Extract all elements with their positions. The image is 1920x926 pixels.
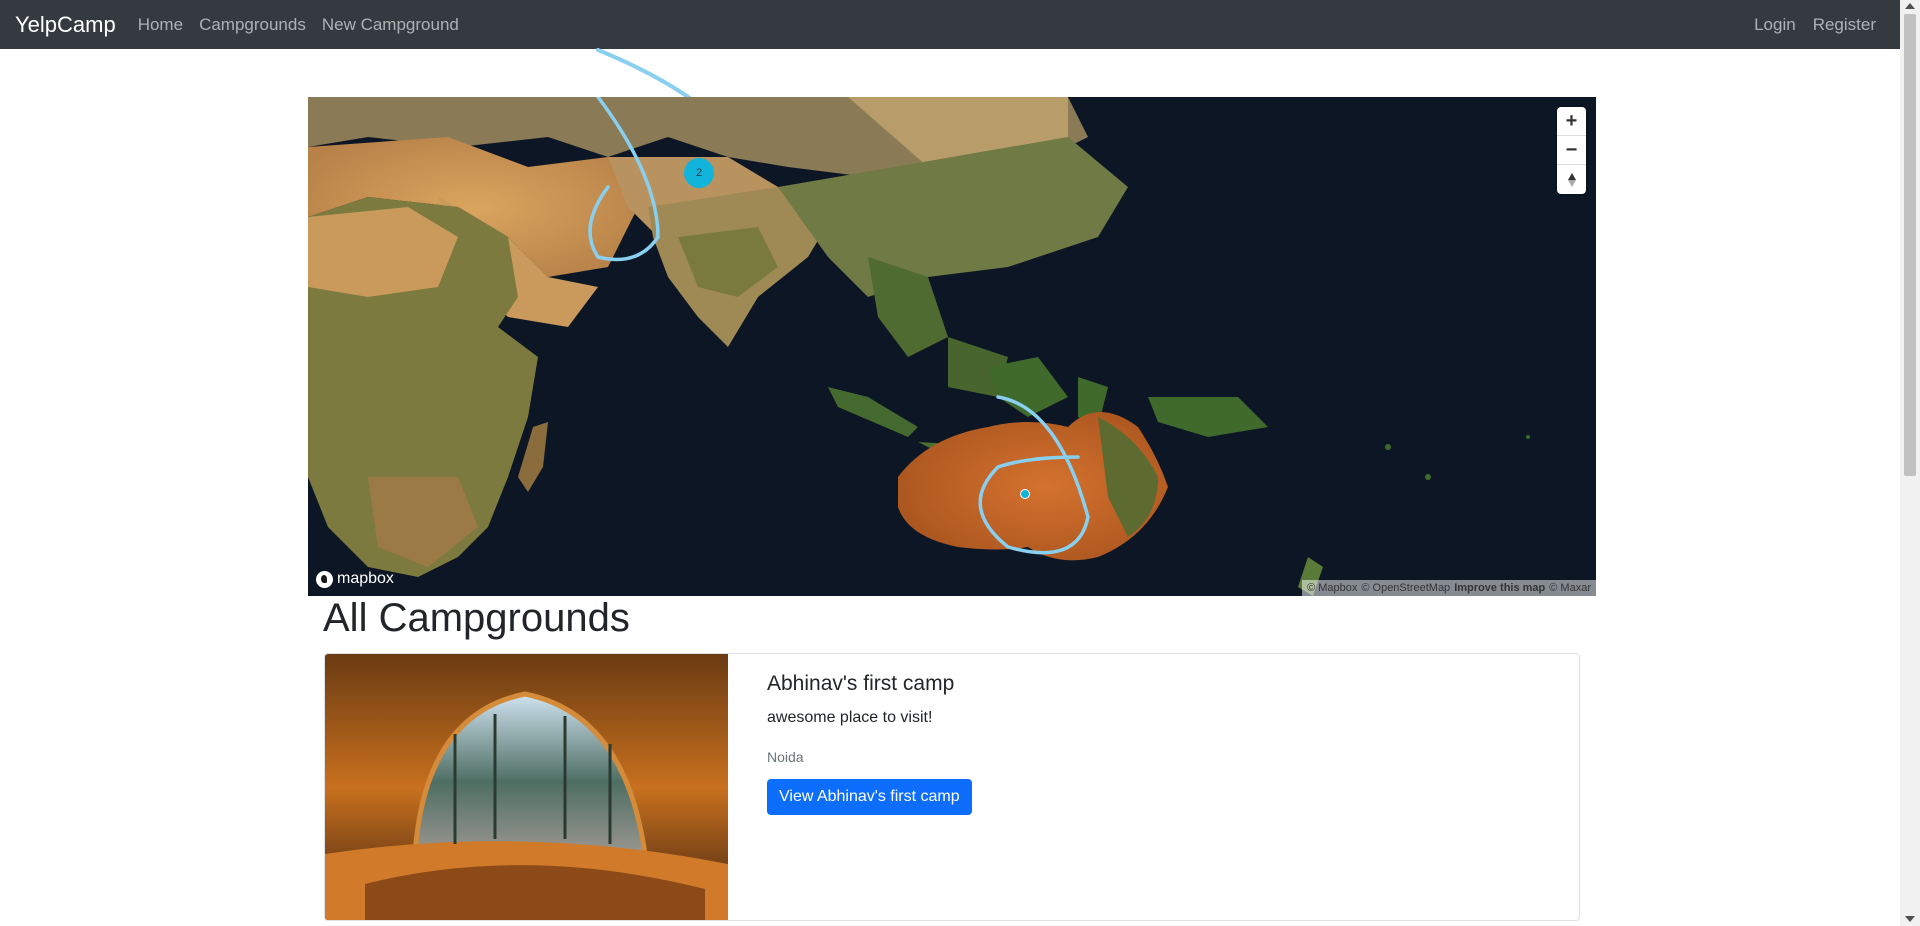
scroll-down-arrow-icon[interactable]: [1905, 916, 1915, 922]
map-attribution: © Mapbox © OpenStreetMap Improve this ma…: [1302, 580, 1596, 596]
zoom-in-button[interactable]: +: [1557, 107, 1586, 136]
scroll-up-arrow-icon[interactable]: [1905, 3, 1915, 9]
satellite-map[interactable]: [308, 97, 1596, 596]
cluster-marker[interactable]: 2: [684, 158, 714, 188]
campground-card: Abhinav's first camp awesome place to vi…: [324, 653, 1580, 921]
zoom-out-button[interactable]: −: [1557, 136, 1586, 165]
page-scrollbar[interactable]: [1900, 0, 1920, 926]
tent-photo: [325, 654, 728, 920]
mapbox-logo[interactable]: mapbox: [316, 570, 394, 588]
scrollbar-thumb[interactable]: [1904, 14, 1916, 476]
campground-title: Abhinav's first camp: [767, 672, 955, 695]
mapbox-logo-text: mapbox: [337, 570, 394, 587]
campground-location: Noida: [767, 749, 804, 765]
campground-image: [325, 654, 728, 920]
page: YelpCamp Home Campgrounds New Campground…: [0, 0, 1920, 926]
cluster-count: 2: [695, 167, 703, 179]
compass-icon: [1567, 172, 1576, 187]
improve-map-link[interactable]: Improve this map: [1454, 582, 1545, 594]
map-navigation-controls: + −: [1557, 107, 1586, 194]
attribution-osm[interactable]: © OpenStreetMap: [1361, 582, 1450, 594]
mapbox-logo-icon: [316, 570, 333, 588]
view-campground-button[interactable]: View Abhinav's first camp: [767, 779, 972, 815]
attribution-maxar[interactable]: © Maxar: [1549, 582, 1591, 594]
campground-description: awesome place to visit!: [767, 709, 933, 726]
campground-point-marker[interactable]: [1020, 489, 1030, 499]
compass-button[interactable]: [1557, 165, 1586, 194]
page-title: All Campgrounds: [323, 596, 630, 640]
campground-map[interactable]: 2 + − mapbox © Mapbox © OpenStreetMap Im…: [308, 97, 1596, 596]
campground-card-body: Abhinav's first camp awesome place to vi…: [728, 654, 972, 920]
attribution-mapbox[interactable]: © Mapbox: [1307, 582, 1357, 594]
